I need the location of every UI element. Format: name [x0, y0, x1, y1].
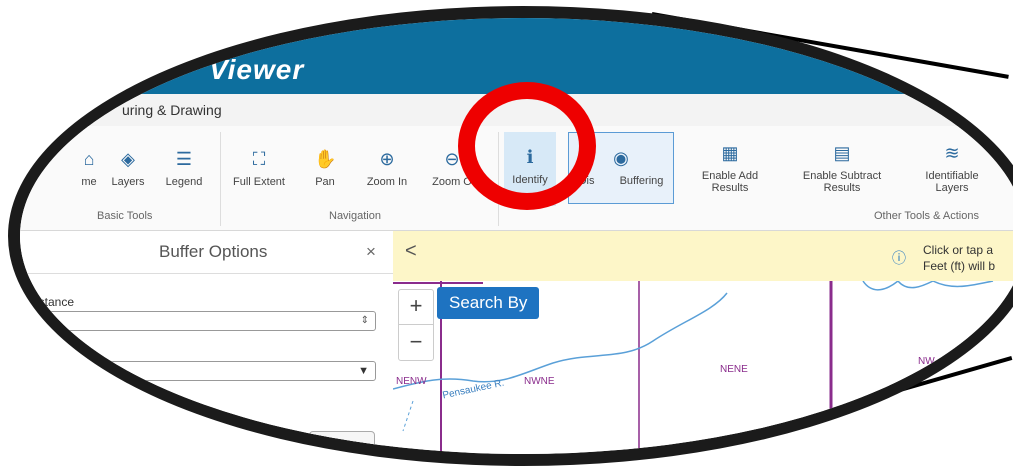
enable-add-results-button[interactable]: ▦ Enable Add Results	[694, 142, 766, 194]
layers-label: Layers	[111, 176, 145, 188]
enable-add-results-icon: ▦	[721, 143, 739, 163]
identifiable-layers-label-2: Layers	[935, 182, 969, 194]
enable-add-label-2: Results	[711, 182, 749, 194]
legend-button[interactable]: ☰ Legend	[162, 148, 206, 188]
panel-header: Buffer Options ×	[20, 231, 393, 274]
buffer-options-panel: Buffer Options × istance 00 ⇕ ▼ Continue	[20, 231, 394, 454]
pan-button[interactable]: ✋ Pan	[308, 148, 342, 188]
enable-subtract-label-2: Results	[823, 182, 861, 194]
pan-hand-icon: ✋	[314, 149, 337, 169]
spinner-icon[interactable]: ⇕	[361, 312, 369, 330]
distance-input[interactable]: 00 ⇕	[32, 311, 376, 331]
map-zoom-in-button[interactable]: +	[399, 290, 433, 325]
map-zoom-out-button[interactable]: −	[399, 326, 433, 360]
highlight-circle	[458, 82, 596, 210]
chevron-down-icon: ▼	[358, 365, 369, 377]
collapse-panel-button[interactable]: <	[405, 240, 417, 263]
parcel-label: NWNE	[524, 376, 555, 387]
legend-label: Legend	[165, 176, 203, 188]
layers-button[interactable]: ◈ Layers	[108, 148, 148, 188]
instruction-line-1: Click or tap a	[923, 243, 994, 257]
distance-buffering-icon: ◉	[613, 148, 629, 168]
legend-icon: ☰	[175, 149, 193, 169]
identifiable-layers-button[interactable]: ≋ Identifiable Layers	[912, 142, 992, 194]
distance-value: 00	[37, 314, 51, 328]
tab-measuring-drawing[interactable]: uring & Drawing	[122, 102, 222, 118]
parcel-label: NENE	[720, 364, 748, 375]
identifiable-layers-icon: ≋	[944, 143, 960, 163]
enable-subtract-label: Enable Subtract	[802, 170, 882, 182]
layers-icon: ◈	[121, 149, 135, 169]
group-other-tools: Other Tools & Actions	[874, 210, 979, 222]
panel-title: Buffer Options	[159, 242, 268, 261]
units-select[interactable]: ▼	[32, 361, 376, 381]
distance-buffering-label-2: Buffering	[619, 175, 664, 187]
enable-subtract-results-icon: ▤	[833, 143, 851, 163]
info-icon: ⓘ	[892, 250, 906, 266]
magnified-view: Viewer uring & Drawing ⌂ me ◈ Layers ☰ L…	[8, 6, 1013, 466]
back-button[interactable]	[252, 431, 302, 454]
continue-button[interactable]: Continue	[309, 431, 376, 454]
home-icon: ⌂	[83, 149, 95, 169]
enable-subtract-results-button[interactable]: ▤ Enable Subtract Results	[794, 142, 890, 194]
instruction-bar	[393, 231, 1013, 281]
group-divider	[220, 132, 221, 226]
group-navigation: Navigation	[329, 210, 381, 222]
pan-label: Pan	[315, 176, 335, 188]
home-label: me	[81, 176, 97, 188]
app-title: Viewer	[209, 54, 305, 85]
search-by-button[interactable]: Search By	[437, 287, 540, 319]
zoom-out-label: Zoom O	[432, 176, 472, 188]
instruction-text: Click or tap a Feet (ft) will b	[923, 242, 995, 274]
zoom-in-icon: ⊕	[379, 149, 395, 169]
group-basic-tools: Basic Tools	[97, 210, 153, 222]
map-zoom-control: + −	[398, 289, 434, 361]
full-extent-icon: ⛶	[252, 149, 266, 169]
instruction-line-2: Feet (ft) will b	[923, 259, 996, 273]
enable-add-label: Enable Add	[701, 170, 759, 182]
close-icon[interactable]: ×	[366, 242, 376, 262]
full-extent-label: Full Extent	[233, 176, 285, 188]
zoom-in-label: Zoom In	[366, 176, 408, 188]
full-extent-button[interactable]: ⛶ Full Extent	[228, 148, 290, 188]
parcel-label: NW	[918, 356, 935, 367]
zoom-in-button[interactable]: ⊕ Zoom In	[363, 148, 411, 188]
distance-label: istance	[36, 295, 75, 309]
parcel-label: NENW	[396, 376, 427, 387]
app-header: Viewer	[20, 18, 1013, 94]
identifiable-layers-label: Identifiable	[925, 170, 979, 182]
home-button[interactable]: ⌂ me	[74, 148, 104, 188]
